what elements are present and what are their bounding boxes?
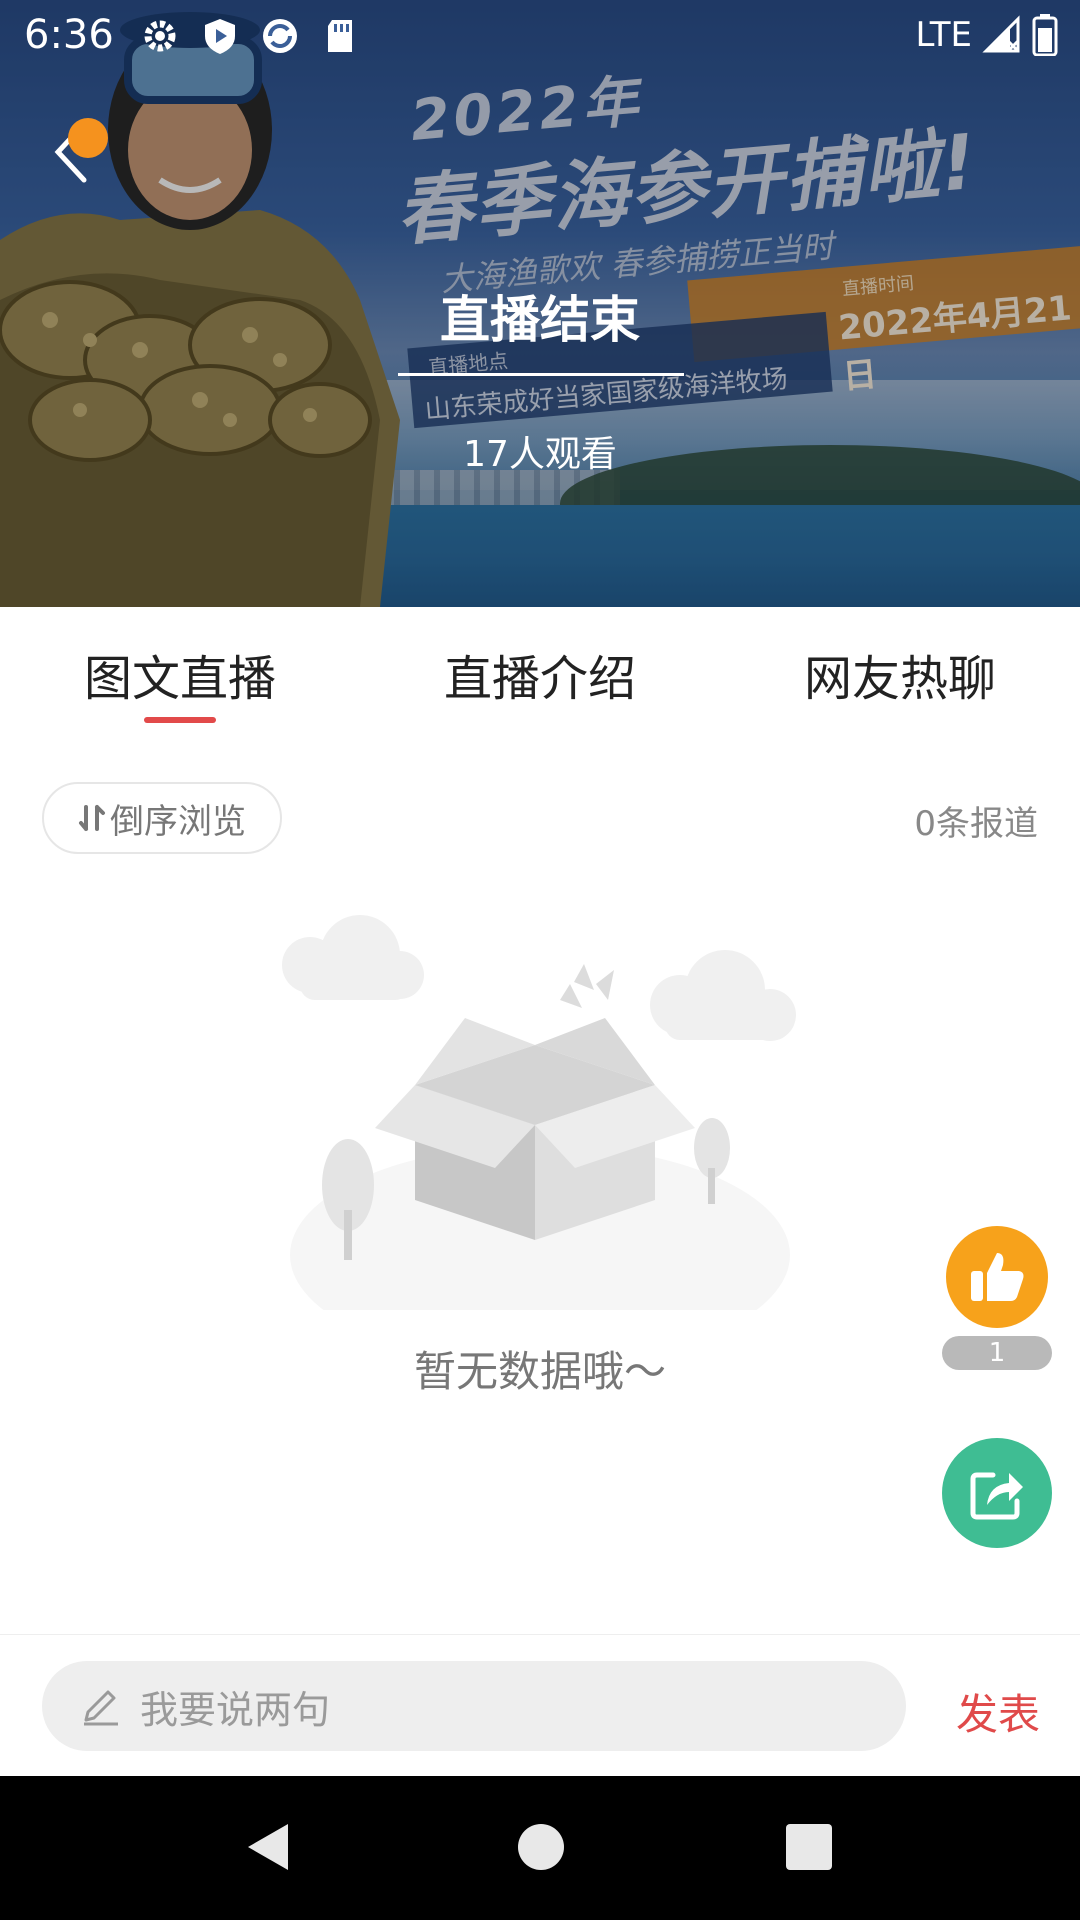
status-time: 6:36	[24, 12, 114, 58]
sort-label: 倒序浏览	[110, 801, 246, 842]
signal-icon	[982, 15, 1020, 53]
sync-icon	[260, 16, 300, 56]
system-nav-bar	[0, 1776, 1080, 1920]
status-bar: 6:36 LTE	[0, 0, 1080, 72]
empty-box-illustration	[282, 915, 796, 1310]
tab-label: 直播介绍	[443, 651, 636, 707]
tab-label: 图文直播	[83, 651, 276, 707]
live-cover-banner: 2022年 春季海参开捕啦! 大海渔歌欢 春参捕捞正当时 直播时间 2022年4…	[0, 0, 1080, 607]
comment-input[interactable]: 我要说两句	[42, 1661, 906, 1751]
tab-text-live[interactable]: 图文直播	[0, 607, 360, 737]
comment-bar: 我要说两句 发表	[0, 1634, 1080, 1776]
tab-bar: 图文直播 直播介绍 网友热聊	[0, 607, 1080, 737]
like-count: 1	[942, 1336, 1052, 1370]
publish-button[interactable]: 发表	[956, 1681, 1040, 1742]
sdcard-icon	[320, 16, 360, 56]
network-type: LTE	[915, 15, 972, 55]
pencil-icon	[84, 1690, 118, 1726]
nav-back-icon[interactable]	[244, 1822, 290, 1872]
nav-home-icon[interactable]	[518, 1824, 564, 1870]
tab-live-intro[interactable]: 直播介绍	[360, 607, 720, 737]
gear-icon	[140, 16, 180, 56]
share-button[interactable]	[942, 1438, 1052, 1548]
thumbs-up-icon	[971, 1253, 1024, 1301]
tab-active-indicator	[144, 717, 216, 723]
report-count: 0条报道	[914, 804, 1038, 844]
tab-label: 网友热聊	[803, 651, 996, 707]
live-status-divider	[398, 373, 684, 376]
status-system-icons: LTE	[915, 14, 1058, 56]
reverse-sort-button[interactable]: 倒序浏览	[42, 782, 282, 854]
comment-placeholder: 我要说两句	[140, 1687, 331, 1732]
shield-play-icon	[200, 16, 240, 56]
tab-user-chat[interactable]: 网友热聊	[720, 607, 1080, 737]
notification-dot	[68, 118, 108, 158]
live-status-title: 直播结束	[440, 291, 640, 349]
nav-recents-icon[interactable]	[786, 1824, 832, 1870]
status-notification-icons	[140, 16, 360, 56]
empty-state-message: 暂无数据哦～	[413, 1347, 666, 1396]
sort-icon	[79, 805, 105, 831]
like-button[interactable]	[946, 1226, 1048, 1328]
viewer-count: 17人观看	[463, 434, 617, 475]
battery-icon	[1032, 14, 1058, 56]
share-icon	[970, 1472, 1023, 1520]
